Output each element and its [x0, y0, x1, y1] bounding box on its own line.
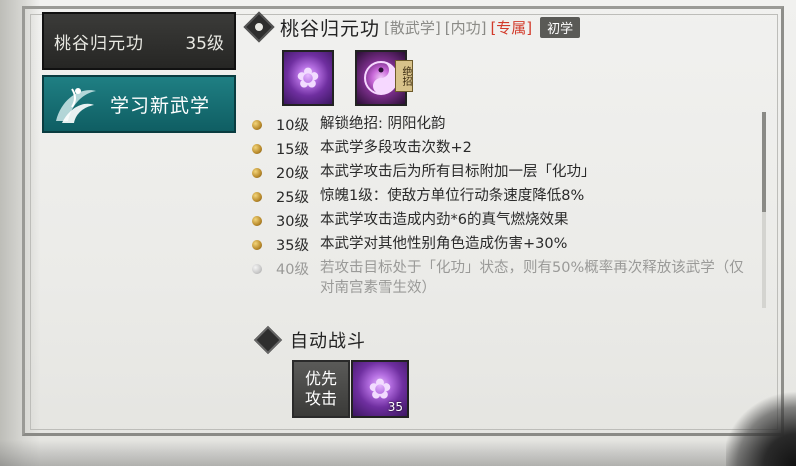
slot-level: 35: [387, 400, 403, 414]
list-scrollbar[interactable]: [762, 112, 766, 308]
level-effect-text: 若攻击目标处于「化功」状态，则有50%概率再次释放该武学（仅对南宫素雪生效）: [320, 260, 744, 296]
level-label: 10级: [276, 118, 309, 134]
list-item: 35级 本武学对其他性别角色造成伤害+30%: [252, 234, 750, 255]
ultimate-tag: 绝招: [395, 60, 413, 92]
skill-tag-category: [内功]: [444, 18, 487, 37]
list-item: 20级 本武学攻击后为所有目标附加一层「化功」: [252, 162, 750, 183]
level-label: 35级: [276, 238, 309, 254]
auto-battle-diamond-icon: [253, 325, 283, 355]
flower-icon: ✿: [296, 61, 320, 95]
skill-diamond-icon: [243, 11, 275, 43]
level-dot-icon: [252, 192, 262, 202]
list-item: 15级 本武学多段攻击次数+2: [252, 138, 750, 159]
list-item: 25级 惊魄1级：使敌方单位行动条速度降低8%: [252, 186, 750, 207]
level-effect-text: 本武学多段攻击次数+2: [320, 140, 472, 156]
skill-tag-exclusive: [专属]: [490, 18, 533, 37]
level-dot-icon: [252, 240, 262, 250]
ultimate-skill-icon[interactable]: 绝招: [355, 50, 413, 106]
level-effect-text: 本武学攻击后为所有目标附加一层「化功」: [320, 164, 596, 180]
auto-battle-header: 自动战斗: [253, 325, 366, 355]
level-dot-icon: [252, 216, 262, 226]
ink-corner-decoration: [726, 386, 796, 466]
level-label: 30级: [276, 214, 309, 230]
list-item: 10级 解锁绝招: 阴阳化韵: [252, 114, 750, 135]
skill-header: 桃谷归元功 [散武学] [内功] [专属] 初学: [243, 11, 581, 43]
skill-flower-icon[interactable]: ✿: [282, 50, 334, 106]
level-label: 20级: [276, 166, 309, 182]
list-item: 30级 本武学攻击造成内劲*6的真气燃烧效果: [252, 210, 750, 231]
skill-title: 桃谷归元功: [280, 17, 381, 40]
learn-new-skill-label: 学习新武学: [110, 94, 211, 117]
priority-label-line2: 攻击: [304, 389, 337, 408]
level-effect-text: 惊魄1级：使敌方单位行动条速度降低8%: [320, 188, 585, 204]
auto-battle-title: 自动战斗: [290, 331, 366, 352]
learn-new-skill-button[interactable]: 学习新武学: [42, 75, 236, 133]
priority-attack-button[interactable]: 优先 攻击: [292, 360, 350, 418]
level-effect-list[interactable]: 10级 解锁绝招: 阴阳化韵 15级 本武学多段攻击次数+2 20级 本武学攻击…: [252, 108, 762, 313]
ink-wash-decoration: [0, 440, 796, 466]
level-dot-icon: [252, 168, 262, 178]
level-label: 25级: [276, 190, 309, 206]
skill-tab-level: 35级: [185, 33, 224, 54]
level-dot-icon: [252, 120, 262, 130]
level-label: 15级: [276, 142, 309, 158]
level-dot-icon: [252, 264, 262, 274]
level-effect-text: 本武学攻击造成内劲*6的真气燃烧效果: [320, 212, 569, 228]
priority-label-line1: 优先: [304, 369, 337, 388]
level-label: 40级: [276, 262, 309, 278]
scrollbar-thumb[interactable]: [762, 112, 766, 212]
level-effect-text: 解锁绝招: 阴阳化韵: [320, 116, 446, 132]
skill-rank-badge: 初学: [540, 16, 581, 38]
sidebar-skill-tab[interactable]: 桃谷归元功 35级: [42, 12, 236, 70]
skill-tab-name: 桃谷归元功: [54, 33, 144, 54]
auto-skill-slot[interactable]: ✿ 35: [351, 360, 409, 418]
swirl-emblem-icon: [48, 77, 102, 131]
list-item: 40级 若攻击目标处于「化功」状态，则有50%概率再次释放该武学（仅对南宫素雪生…: [252, 258, 750, 298]
level-dot-icon: [252, 144, 262, 154]
skill-tag-type: [散武学]: [384, 18, 441, 37]
level-effect-text: 本武学对其他性别角色造成伤害+30%: [320, 236, 568, 252]
